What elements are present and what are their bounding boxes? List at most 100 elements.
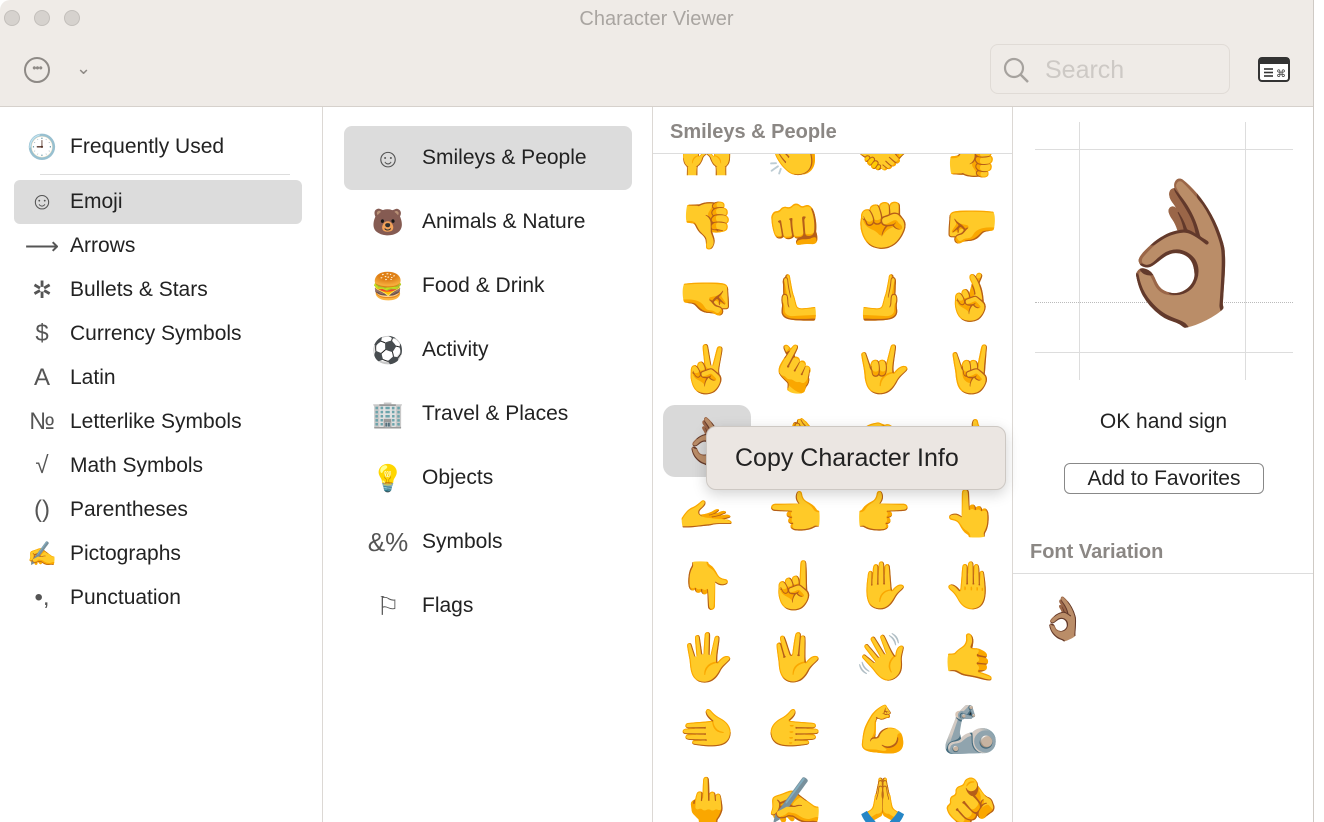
- category-icon: √: [35, 452, 49, 479]
- category-icon: 🏢: [371, 398, 405, 429]
- emoji-cell[interactable]: ✋: [839, 549, 927, 621]
- emoji-cell[interactable]: 🖖: [751, 621, 839, 693]
- sidebar-item-frequently-used[interactable]: 🕘 Frequently Used: [14, 125, 302, 169]
- emoji-cell[interactable]: 🫵: [927, 765, 1012, 822]
- sidebar-item-letterlike-symbols[interactable]: № Letterlike Symbols: [14, 400, 302, 444]
- category-food-drink[interactable]: 🍔 Food & Drink: [344, 254, 632, 318]
- svg-text:⌘: ⌘: [1276, 69, 1286, 80]
- emoji-cell[interactable]: 👎: [663, 189, 751, 261]
- emoji-cell[interactable]: 🤝: [839, 154, 927, 189]
- category-travel-places[interactable]: 🏢 Travel & Places: [344, 382, 632, 446]
- category-icon: 🐻: [371, 206, 405, 237]
- emoji-cell[interactable]: 🤜: [663, 261, 751, 333]
- emoji-cell[interactable]: 🤟: [839, 333, 927, 405]
- category-icon: A: [33, 364, 50, 391]
- character-name: OK hand sign: [1099, 410, 1228, 433]
- sidebar-item-label: Parentheses: [70, 498, 188, 521]
- emoji-cell[interactable]: 🖐: [663, 621, 751, 693]
- emoji-cell[interactable]: ✌️: [663, 333, 751, 405]
- add-to-favorites-button[interactable]: Add to Favorites: [1064, 463, 1264, 494]
- title-bar: Character Viewer ••• ⌄ Search ⌘: [0, 0, 1313, 107]
- emoji-cell[interactable]: ✍️: [751, 765, 839, 822]
- category-icon: ✲: [31, 276, 53, 304]
- sidebar-item-latin[interactable]: A Latin: [14, 356, 302, 400]
- sidebar-item-bullets-stars[interactable]: ✲ Bullets & Stars: [14, 268, 302, 312]
- window-title: Character Viewer: [579, 8, 734, 30]
- chevron-down-icon[interactable]: ⌄: [76, 58, 91, 79]
- category-label: Travel & Places: [422, 402, 569, 425]
- search-input[interactable]: Search: [990, 44, 1230, 94]
- category-animals-nature[interactable]: 🐻 Animals & Nature: [344, 190, 632, 254]
- emoji-cell[interactable]: 👋: [839, 621, 927, 693]
- category-flags[interactable]: ⚐ Flags: [344, 574, 632, 638]
- sidebar-item-label: Math Symbols: [70, 454, 204, 477]
- emoji-cell[interactable]: 🤘: [927, 333, 1012, 405]
- emoji-cell[interactable]: 🫷: [751, 261, 839, 333]
- emoji-cell[interactable]: 🫱: [751, 693, 839, 765]
- emoji-cell[interactable]: 🫸: [839, 261, 927, 333]
- emoji-cell[interactable]: 👇: [663, 549, 751, 621]
- category-label: Flags: [422, 594, 474, 617]
- sidebar-item-label: Latin: [70, 366, 116, 389]
- sidebar-item-label: Pictographs: [70, 542, 181, 565]
- search-icon: [1003, 57, 1029, 83]
- sidebar-item-label: Bullets & Stars: [70, 278, 208, 301]
- emoji-cell[interactable]: 👊: [751, 189, 839, 261]
- ellipsis-circle-icon[interactable]: •••: [24, 57, 50, 83]
- sidebar-item-arrows[interactable]: ⟶ Arrows: [14, 224, 302, 268]
- emoji-cell[interactable]: 🙏: [839, 765, 927, 822]
- sidebar-item-punctuation[interactable]: •, Punctuation: [14, 576, 302, 620]
- emoji-cell[interactable]: ✊: [839, 189, 927, 261]
- sidebar-item-parentheses[interactable]: () Parentheses: [14, 488, 302, 532]
- category-icon: &%: [367, 526, 409, 557]
- sidebar: 🕘 Frequently Used ☺ Emoji ⟶ Arrows ✲ Bullets & …: [0, 107, 323, 822]
- emoji-cell[interactable]: 🙌: [663, 154, 751, 189]
- detail-panel: 👌🏽 OK hand sign Add to Favorites Font Va…: [1013, 107, 1313, 822]
- preview-character: 👌🏽: [1095, 173, 1270, 330]
- context-menu-copy-character-info[interactable]: Copy Character Info: [706, 426, 1006, 490]
- emoji-cell[interactable]: 🤚: [927, 549, 1012, 621]
- category-label: Food & Drink: [422, 274, 545, 297]
- category-icon: ✍: [27, 540, 57, 568]
- emoji-cell[interactable]: ☝️: [751, 549, 839, 621]
- category-icon: ⟶: [24, 232, 60, 260]
- emoji-cell[interactable]: 🦾: [927, 693, 1012, 765]
- font-variation-header: Font Variation: [1013, 529, 1313, 574]
- sidebar-item-label: Punctuation: [70, 586, 181, 609]
- category-icon: $: [35, 320, 49, 347]
- category-label: Activity: [422, 338, 489, 361]
- category-label: Animals & Nature: [422, 210, 586, 233]
- sidebar-item-emoji[interactable]: ☺ Emoji: [14, 180, 302, 224]
- emoji-cell[interactable]: 🤙: [927, 621, 1012, 693]
- sidebar-item-label: Currency Symbols: [70, 322, 242, 345]
- category-symbols[interactable]: &% Symbols: [344, 510, 632, 574]
- sidebar-item-math-symbols[interactable]: √ Math Symbols: [14, 444, 302, 488]
- sidebar-item-label: Frequently Used: [70, 135, 225, 158]
- emoji-cell[interactable]: 💪: [839, 693, 927, 765]
- category-label: Smileys & People: [422, 146, 587, 169]
- category-label: Symbols: [422, 530, 503, 553]
- category-list: ☺ Smileys & People 🐻 Animals & Nature 🍔 Food …: [323, 107, 653, 822]
- category-icon: ⚐: [376, 590, 400, 621]
- keyboard-viewer-icon[interactable]: ⌘: [1258, 57, 1290, 83]
- sidebar-item-currency-symbols[interactable]: $ Currency Symbols: [14, 312, 302, 356]
- category-activity[interactable]: ⚽ Activity: [344, 318, 632, 382]
- font-variation-item[interactable]: 👌🏽: [1037, 595, 1089, 644]
- character-preview: 👌🏽: [1035, 122, 1293, 380]
- emoji-cell[interactable]: 🤛: [927, 189, 1012, 261]
- emoji-cell[interactable]: 👍: [927, 154, 1012, 189]
- emoji-cell[interactable]: 🫲: [663, 693, 751, 765]
- emoji-cell[interactable]: 👏: [751, 154, 839, 189]
- emoji-cell[interactable]: 🤞: [927, 261, 1012, 333]
- character-viewer-window: Character Viewer ••• ⌄ Search ⌘ 🕘 Frequen…: [0, 0, 1314, 822]
- category-icon: ⚽: [371, 334, 405, 365]
- sidebar-item-pictographs[interactable]: ✍ Pictographs: [14, 532, 302, 576]
- grid-header: Smileys & People: [653, 107, 1012, 154]
- sidebar-item-label: Arrows: [70, 234, 136, 257]
- emoji-cell[interactable]: 🖕: [663, 765, 751, 822]
- divider: [40, 174, 290, 175]
- sidebar-item-label: Emoji: [70, 190, 123, 213]
- emoji-cell[interactable]: 🫰: [751, 333, 839, 405]
- category-smileys-people[interactable]: ☺ Smileys & People: [344, 126, 632, 190]
- category-objects[interactable]: 💡 Objects: [344, 446, 632, 510]
